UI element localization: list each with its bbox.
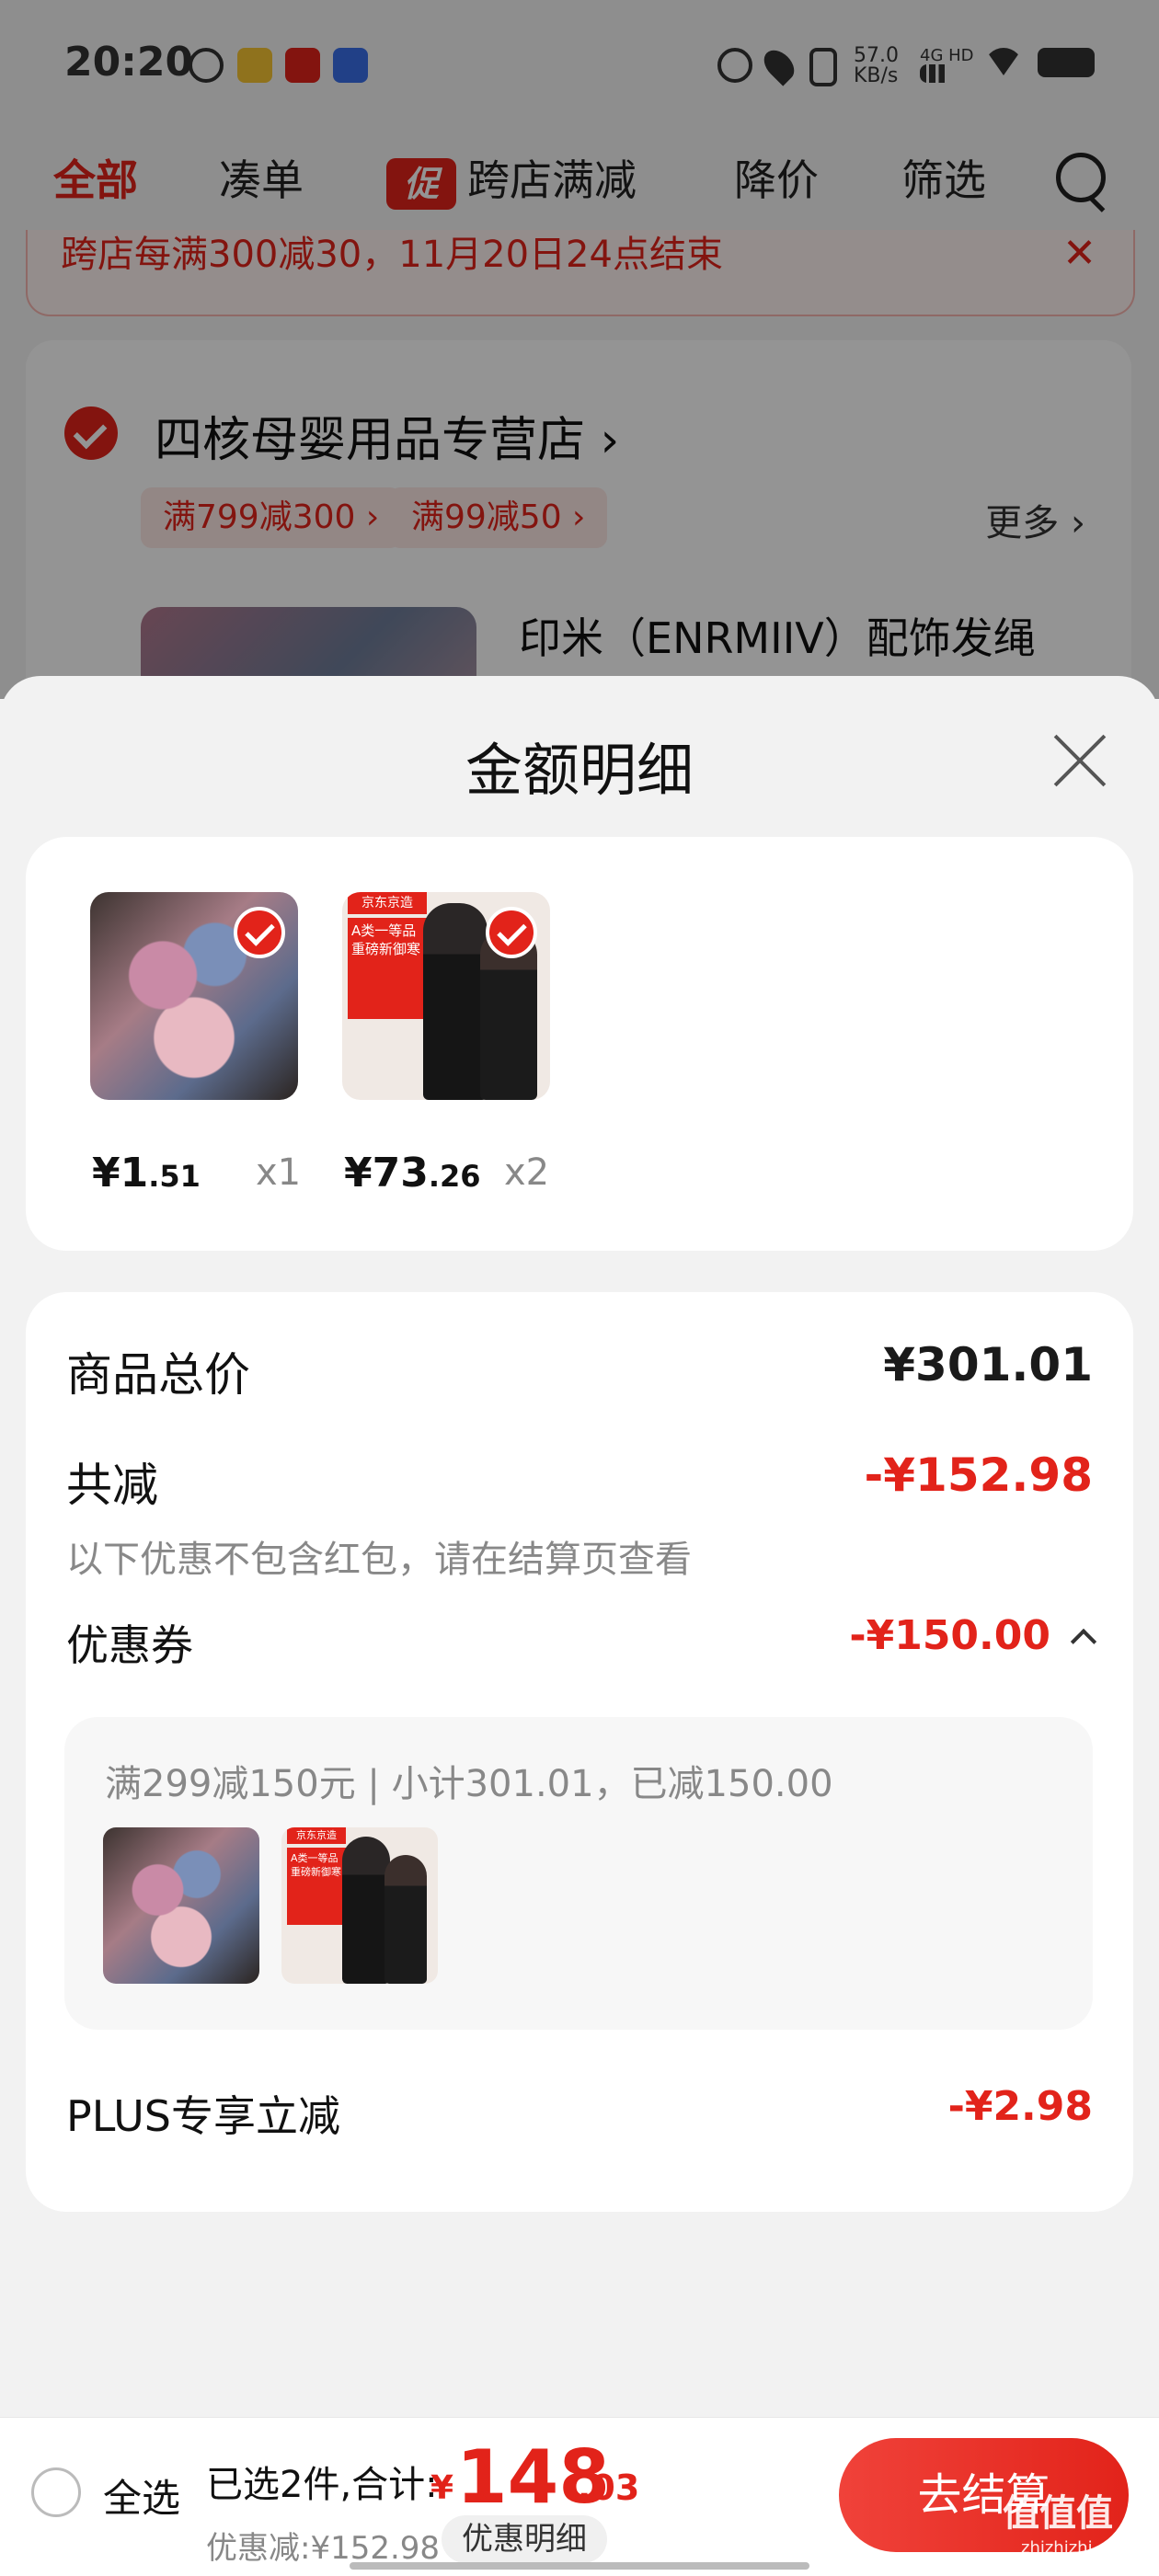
coupon-product-thumbnail [103, 1827, 259, 1984]
chevron-up-icon [1070, 1628, 1097, 1655]
price-decimal: .51 [148, 1159, 201, 1194]
discount-summary: 优惠减:¥152.98 [206, 2530, 441, 2567]
select-all-radio[interactable] [31, 2467, 81, 2517]
total-price-value: ¥301.01 [883, 1338, 1093, 1391]
total-reduction-value: -¥152.98 [864, 1448, 1094, 1502]
price-breakdown-card: 商品总价 ¥301.01 共减 -¥152.98 以下优惠不包含红包，请在结算页… [26, 1292, 1133, 2212]
coupon-detail-box: 满299减150元 | 小计301.01，已减150.00 京东京造 A类一等品… [64, 1717, 1093, 2030]
price-integer: ¥73 [344, 1150, 429, 1196]
selected-products-card: 京东京造 A类一等品 重磅新御寒 ¥1.51 x1 ¥73.26 x2 [26, 837, 1133, 1251]
model-figure [384, 1855, 427, 1984]
price-decimal: .26 [428, 1159, 481, 1194]
total-amount-decimal: .03 [578, 2467, 640, 2508]
price-integer: ¥1 [92, 1150, 149, 1196]
plus-discount-label: PLUS专享立减 [66, 2091, 340, 2141]
home-indicator[interactable] [350, 2562, 809, 2570]
model-figure [423, 903, 488, 1100]
watermark-url: zhizhizhi.com [1021, 2538, 1133, 2558]
product-image-brand: 京东京造 [348, 892, 427, 914]
select-all-label[interactable]: 全选 [103, 2467, 180, 2524]
model-figure [342, 1837, 390, 1984]
close-icon[interactable] [1049, 729, 1111, 792]
modal-overlay[interactable] [0, 0, 1159, 699]
selection-summary: 已选2件,合计: [206, 2464, 438, 2506]
product-image-thermal-wear[interactable]: 京东京造 A类一等品 重磅新御寒 [342, 892, 550, 1100]
product-image-promo-text: A类一等品 重磅新御寒 [348, 918, 430, 1019]
reduction-note: 以下优惠不包含红包，请在结算页查看 [66, 1539, 692, 1581]
checkout-bar: 全选 已选2件,合计: ¥ 148 .03 优惠减:¥152.98 优惠明细 去… [0, 2417, 1159, 2576]
coupon-row-toggle[interactable]: -¥150.00 [849, 1612, 1097, 1659]
product-image-promo-text: A类一等品 重磅新御寒 [287, 1848, 348, 1925]
coupon-detail-text: 满299减150元 | 小计301.01，已减150.00 [105, 1763, 833, 1805]
coupon-product-thumbnail: 京东京造 A类一等品 重磅新御寒 [281, 1827, 438, 1984]
coupon-label: 优惠券 [66, 1620, 193, 1670]
total-reduction-label: 共减 [66, 1459, 158, 1512]
product-price: ¥1.51 [92, 1150, 201, 1196]
plus-discount-value: -¥2.98 [947, 2083, 1093, 2130]
coupon-value: -¥150.00 [849, 1612, 1050, 1659]
product-price: ¥73.26 [344, 1150, 481, 1196]
total-currency: ¥ [430, 2469, 454, 2507]
product-image-brand: 京东京造 [287, 1827, 346, 1844]
checked-icon [486, 907, 537, 958]
discount-detail-button[interactable]: 优惠明细 [442, 2515, 607, 2563]
watermark: 值值值 [1003, 2492, 1113, 2535]
amount-detail-sheet: 金额明细 京东京造 A类一等品 重磅新御寒 ¥1.51 x1 ¥73.26 x2… [0, 676, 1159, 2419]
product-quantity: x2 [504, 1151, 550, 1194]
sheet-title: 金额明细 [465, 737, 694, 804]
total-price-label: 商品总价 [66, 1348, 250, 1402]
product-image-hair-tie[interactable] [90, 892, 298, 1100]
checked-icon [234, 907, 285, 958]
product-quantity: x1 [256, 1151, 302, 1194]
